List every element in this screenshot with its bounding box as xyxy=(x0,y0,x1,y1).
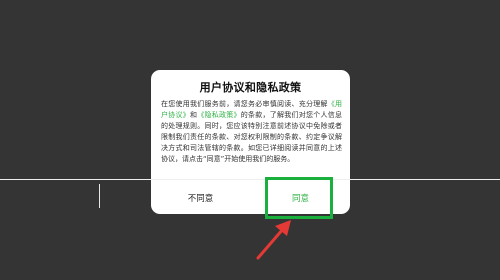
footer-divider xyxy=(0,179,500,180)
button-divider xyxy=(99,184,100,208)
agree-button-highlight-box xyxy=(265,177,333,219)
decline-button[interactable]: 不同意 xyxy=(151,185,250,214)
privacy-policy-link[interactable]: 《隐私政策》 xyxy=(197,111,241,119)
dialog-body-text: 在您使用我们服务前，请您务必审慎阅读、充分理解《用户协议》和《隐私政策》的条款，… xyxy=(161,99,342,165)
dialog-title: 用户协议和隐私政策 xyxy=(199,81,302,94)
body-text-intro: 在您使用我们服务前，请您务必审慎阅读、充分理解 xyxy=(161,100,328,108)
